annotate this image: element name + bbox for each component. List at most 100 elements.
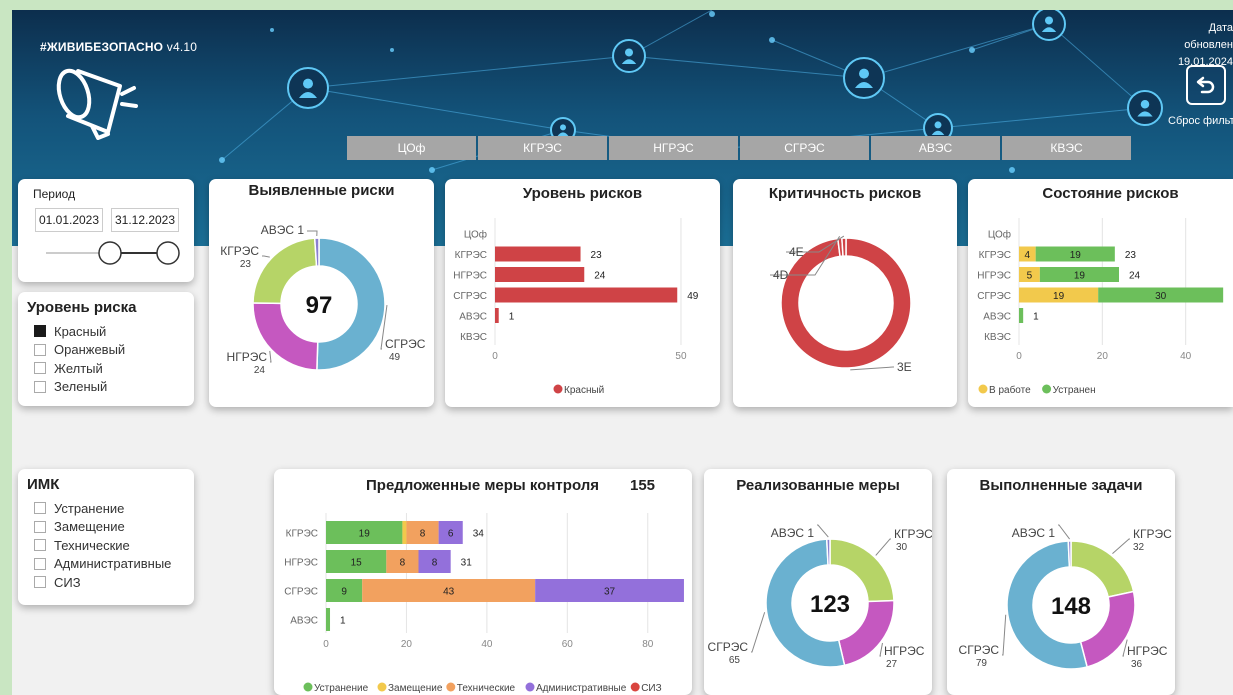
bar-красный <box>495 267 585 282</box>
category-label: ЦОф <box>464 229 487 241</box>
bar-красный <box>495 308 499 323</box>
user-node-icon <box>1127 90 1163 126</box>
risk-state-title: Состояние рисков <box>1042 185 1179 202</box>
legend-marker <box>630 682 640 692</box>
filter-option-устранение[interactable]: Устранение <box>34 499 194 518</box>
checkbox[interactable] <box>34 343 46 356</box>
bar-value-label: 43 <box>443 587 455 598</box>
checkbox[interactable] <box>34 520 46 533</box>
date-to-input[interactable]: 31.12.2023 <box>111 208 179 232</box>
bar-value-label: 8 <box>420 529 426 540</box>
update-label: Дата обновлен <box>1184 22 1233 51</box>
filter-option-административные[interactable]: Административные <box>34 555 194 574</box>
option-label: Технические <box>54 537 130 553</box>
donut-slice-4e <box>841 237 847 257</box>
slice-value: 79 <box>976 658 988 669</box>
reset-filters-button[interactable] <box>1186 65 1226 105</box>
option-label: Административные <box>54 556 172 572</box>
implemented-measures-chart: КГРЭС30 НГРЭС27 СГРЭС65 АВЭС 1 123 <box>708 524 932 670</box>
x-tick-label: 0 <box>492 351 498 362</box>
slice-value: 36 <box>1131 659 1143 670</box>
user-node-icon <box>612 39 646 73</box>
category-label: КВЭС <box>984 332 1011 343</box>
undo-icon <box>1196 76 1215 94</box>
slice-label: СГРЭС <box>959 643 1000 657</box>
bar-total-label: 23 <box>1125 250 1137 261</box>
slice-label: СГРЭС <box>708 640 749 654</box>
filter-option-технические[interactable]: Технические <box>34 536 194 555</box>
period-slider[interactable] <box>18 236 194 276</box>
identified-risks-chart: СГРЭС49 НГРЭС24 КГРЭС23 АВЭС 1 97 <box>220 223 426 376</box>
x-tick-label: 20 <box>401 639 413 650</box>
filter-option-красный[interactable]: Красный <box>34 322 194 341</box>
filter-option-желтый[interactable]: Желтый <box>34 359 194 378</box>
date-from-input[interactable]: 01.01.2023 <box>35 208 103 232</box>
legend-marker <box>446 682 456 692</box>
category-label: ЦОф <box>988 229 1011 241</box>
slice-label: 3E <box>897 360 912 374</box>
legend-label: Технические <box>457 683 516 694</box>
option-label: СИЗ <box>54 574 81 590</box>
tab-квэс[interactable]: КВЭС <box>1002 136 1131 160</box>
checkbox[interactable] <box>34 502 46 515</box>
leader-line <box>1002 614 1007 656</box>
tab-авэс[interactable]: АВЭС <box>871 136 1000 160</box>
filter-option-зеленый[interactable]: Зеленый <box>34 378 194 397</box>
filter-option-замещение[interactable]: Замещение <box>34 518 194 537</box>
checkbox[interactable] <box>34 362 46 375</box>
user-node-icon <box>843 57 885 99</box>
risk-level-title: Уровень рисков <box>522 185 643 202</box>
category-label: АВЭС <box>290 616 318 627</box>
legend-marker <box>303 682 313 692</box>
bar-устранен <box>1019 308 1024 323</box>
legend-label: СИЗ <box>641 683 661 694</box>
slice-label: КГРЭС <box>894 527 932 541</box>
bar-value-label: 8 <box>400 558 406 569</box>
x-tick-label: 60 <box>562 639 574 650</box>
tab-кгрэс[interactable]: КГРЭС <box>478 136 607 160</box>
bar-total-label: 24 <box>594 271 606 282</box>
legend-marker <box>377 682 387 692</box>
option-label: Замещение <box>54 519 125 535</box>
leader-line <box>307 230 318 237</box>
category-label: КГРЭС <box>979 250 1011 261</box>
category-label: СГРЭС <box>453 291 487 302</box>
slice-value: 49 <box>389 352 401 363</box>
slice-label: НГРЭС <box>884 644 925 658</box>
risk-state-card: Состояние рисков 0 20 40 ЦОф КГРЭС 4 19 23 НГРЭС… <box>968 179 1233 407</box>
tab-цоф[interactable]: ЦОф <box>347 136 476 160</box>
implemented-measures-title: Реализованные меры <box>736 477 900 494</box>
filter-option-сиз[interactable]: СИЗ <box>34 573 194 592</box>
slice-value: 30 <box>896 542 908 553</box>
tab-сгрэс[interactable]: СГРЭС <box>740 136 869 160</box>
category-label: НГРЭС <box>453 271 487 282</box>
bar-value-label: 19 <box>359 529 371 540</box>
leader-line <box>875 538 891 556</box>
donut-slice-авэс <box>825 538 831 566</box>
checkbox[interactable] <box>34 539 46 552</box>
implemented-measures-card: Реализованные меры КГРЭС 30 НГРЭС 27 СГРЭС 65… <box>704 469 932 695</box>
slice-label: КГРЭС <box>1133 527 1172 541</box>
risk-level-options: Красный Оранжевый Желтый Зеленый <box>27 322 194 396</box>
leader-line <box>751 612 766 653</box>
reset-filters-label: Сброс фильтр <box>1168 115 1233 127</box>
slice-value: 23 <box>240 259 252 270</box>
bar-value-label: 15 <box>351 558 363 569</box>
option-label: Оранжевый <box>54 342 126 358</box>
x-tick-label: 80 <box>642 639 654 650</box>
checkbox[interactable] <box>34 557 46 570</box>
donut-center-value: 148 <box>1051 593 1091 620</box>
checkbox[interactable] <box>34 576 46 589</box>
slider-handle-end[interactable] <box>156 241 180 265</box>
checkbox[interactable] <box>34 325 46 338</box>
tab-нгрэс[interactable]: НГРЭС <box>609 136 738 160</box>
checkbox[interactable] <box>34 380 46 393</box>
slider-handle-start[interactable] <box>98 241 122 265</box>
filter-option-оранжевый[interactable]: Оранжевый <box>34 341 194 360</box>
legend-marker <box>1042 384 1052 394</box>
identified-risks-title: Выявленные риски <box>248 182 395 199</box>
slice-label: 4D <box>773 268 789 282</box>
criticality-title: Критичность рисков <box>768 185 922 202</box>
leader-line <box>817 524 829 538</box>
legend-label: Красный <box>564 385 604 396</box>
